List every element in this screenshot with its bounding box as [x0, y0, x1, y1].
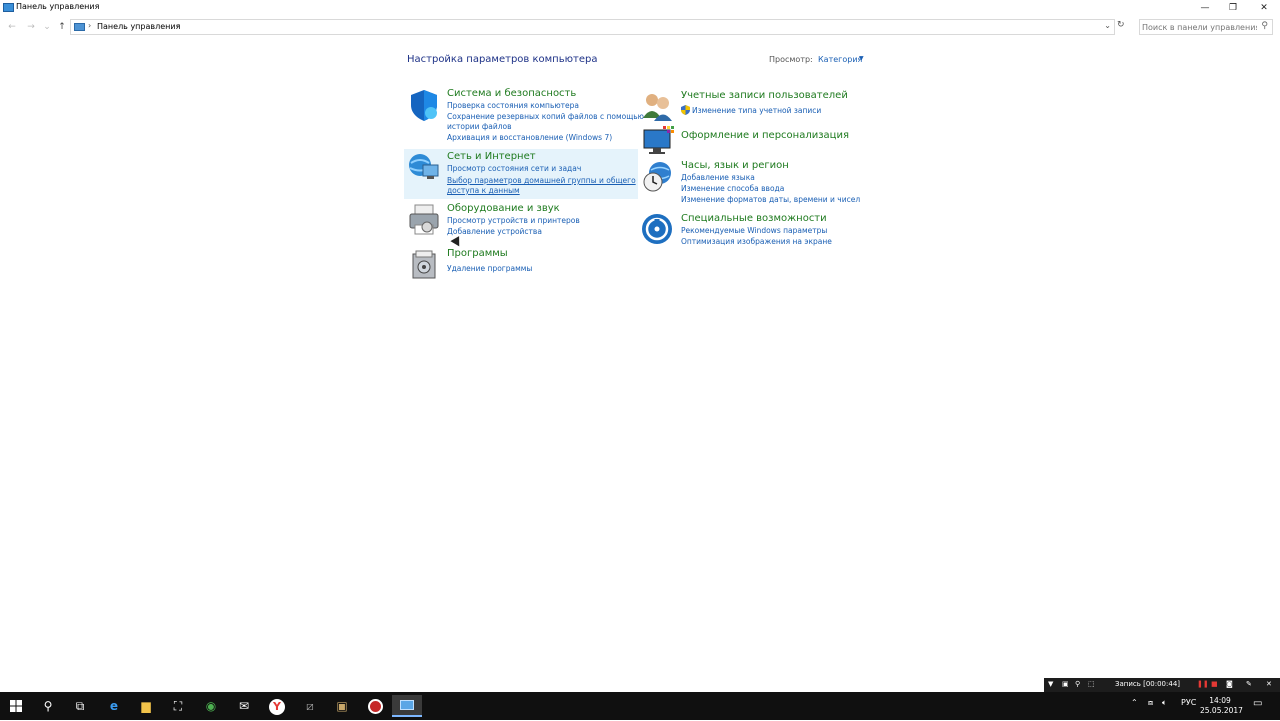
- link-homegroup-options-cont[interactable]: доступа к данным: [447, 185, 520, 196]
- search-icon[interactable]: ⚲: [1261, 21, 1268, 31]
- users-icon: [643, 94, 672, 121]
- view-by-label: Просмотр:: [769, 55, 813, 64]
- link-network-status[interactable]: Просмотр состояния сети и задач: [447, 163, 581, 174]
- start-button[interactable]: [1, 695, 31, 717]
- chevron-down-icon[interactable]: ▼: [859, 55, 864, 62]
- printer-icon: [409, 204, 439, 235]
- search-box[interactable]: ⚲: [1139, 19, 1273, 35]
- refresh-button[interactable]: ↻: [1117, 20, 1125, 30]
- restore-button[interactable]: ❐: [1218, 0, 1248, 16]
- pen-icon[interactable]: ✎: [1246, 680, 1252, 688]
- minimize-button[interactable]: —: [1190, 0, 1220, 16]
- windows-logo-icon: [10, 700, 22, 712]
- link-change-input-method[interactable]: Изменение способа ввода: [681, 183, 784, 194]
- volume-icon[interactable]: 🔈︎: [1162, 698, 1167, 708]
- address-bar: ← → ⌄ ↑ › Панель управления › ⌄ ↻ ⚲: [0, 16, 1280, 38]
- yandex-browser-icon[interactable]: Y: [262, 695, 292, 717]
- link-optimize-display[interactable]: Оптимизация изображения на экране: [681, 236, 832, 247]
- control-panel-icon: [3, 3, 14, 12]
- clock[interactable]: 14:09 25.05.2017: [1200, 696, 1243, 716]
- app-icon[interactable]: ⧄: [295, 695, 325, 717]
- stop-icon[interactable]: ■: [1211, 680, 1218, 688]
- category-title[interactable]: Часы, язык и регион: [681, 160, 789, 171]
- chrome-browser-icon[interactable]: ◉: [196, 695, 226, 717]
- store-icon[interactable]: ⛶: [163, 695, 193, 717]
- link-change-date-formats[interactable]: Изменение форматов даты, времени и чисел: [681, 194, 860, 205]
- view-by-dropdown[interactable]: Категория: [818, 55, 862, 64]
- category-title[interactable]: Программы: [447, 248, 508, 259]
- notification-center-icon[interactable]: ▭: [1253, 698, 1262, 709]
- category-title[interactable]: Сеть и Интернет: [447, 151, 536, 162]
- link-add-device[interactable]: Добавление устройства: [447, 226, 542, 237]
- pause-icon[interactable]: ❚❚: [1197, 680, 1209, 688]
- uac-shield-icon: [681, 105, 690, 115]
- address-dropdown-button[interactable]: ⌄: [1104, 21, 1111, 30]
- forward-button[interactable]: →: [24, 20, 38, 34]
- link-backup-restore[interactable]: Архивация и восстановление (Windows 7): [447, 132, 612, 143]
- window-title: Панель управления: [16, 2, 100, 11]
- clock-date: 25.05.2017: [1200, 706, 1243, 715]
- recent-locations-button[interactable]: ⌄: [40, 20, 54, 34]
- breadcrumb-separator[interactable]: ›: [88, 21, 91, 30]
- task-view-icon[interactable]: ⧉: [65, 695, 95, 717]
- clock-time: 14:09: [1209, 696, 1231, 705]
- up-button[interactable]: ↑: [55, 20, 69, 34]
- package-icon[interactable]: ▣: [327, 695, 357, 717]
- category-title[interactable]: Специальные возможности: [681, 213, 827, 224]
- link-check-status[interactable]: Проверка состояния компьютера: [447, 100, 579, 111]
- link-uninstall-program[interactable]: Удаление программы: [447, 263, 532, 274]
- dropdown-icon[interactable]: ▼: [1048, 680, 1053, 688]
- page-title: Настройка параметров компьютера: [407, 54, 598, 65]
- language-indicator[interactable]: РУС: [1181, 698, 1196, 707]
- close-button[interactable]: ✕: [1249, 0, 1279, 16]
- network-icon: [409, 154, 439, 179]
- control-panel-location-icon: [74, 23, 85, 31]
- category-title[interactable]: Оборудование и звук: [447, 203, 560, 214]
- close-icon[interactable]: ✕: [1266, 680, 1272, 688]
- zoom-icon[interactable]: ⚲: [1075, 680, 1080, 688]
- mail-icon[interactable]: ✉: [229, 695, 259, 717]
- search-input[interactable]: [1142, 21, 1257, 33]
- title-bar: Панель управления — ❐ ✕: [0, 0, 1280, 16]
- clock-globe-icon: [643, 162, 671, 192]
- chevron-up-icon[interactable]: ⌃: [1131, 698, 1138, 707]
- camera-icon[interactable]: ◙: [1226, 680, 1233, 688]
- search-icon[interactable]: ⚲: [33, 695, 63, 717]
- personalization-icon: [643, 126, 674, 154]
- screen-recorder-toolbar: ▼ ▣ ⚲ ⬚ Запись [00:00:44] ❚❚ ■ ◙ ✎ ✕: [1044, 678, 1280, 692]
- link-devices-printers[interactable]: Просмотр устройств и принтеров: [447, 215, 580, 226]
- link-change-account-type[interactable]: Изменение типа учетной записи: [692, 105, 821, 116]
- taskbar: ⚲ ⧉ e ▆ ⛶ ◉ ✉ Y ⧄ ▣ ⌃ ⧈ 🔈︎ РУС 14:09 25.…: [0, 692, 1280, 720]
- link-file-history-backup-cont[interactable]: истории файлов: [447, 121, 512, 132]
- link-add-language[interactable]: Добавление языка: [681, 172, 755, 183]
- link-recommended-settings[interactable]: Рекомендуемые Windows параметры: [681, 225, 827, 236]
- window-icon[interactable]: ▣: [1062, 680, 1069, 688]
- recorder-app-icon[interactable]: [360, 695, 390, 717]
- shield-icon: [411, 90, 437, 121]
- back-button[interactable]: ←: [5, 20, 19, 34]
- breadcrumb-separator[interactable]: ›: [176, 21, 179, 30]
- frame-icon[interactable]: ⬚: [1088, 680, 1095, 688]
- category-title[interactable]: Учетные записи пользователей: [681, 90, 848, 101]
- programs-icon: [412, 250, 436, 279]
- network-tray-icon[interactable]: ⧈: [1148, 698, 1153, 708]
- breadcrumb-control-panel[interactable]: Панель управления: [97, 22, 180, 31]
- accessibility-icon: [642, 214, 672, 244]
- mouse-cursor: [450, 236, 464, 249]
- control-panel-taskbar-button[interactable]: [392, 695, 422, 717]
- category-title[interactable]: Оформление и персонализация: [681, 130, 849, 141]
- recording-status: Запись [00:00:44]: [1115, 680, 1181, 688]
- edge-browser-icon[interactable]: e: [99, 695, 129, 717]
- category-title[interactable]: Система и безопасность: [447, 88, 576, 99]
- file-explorer-icon[interactable]: ▆: [131, 695, 161, 717]
- address-field[interactable]: › Панель управления › ⌄: [70, 19, 1115, 35]
